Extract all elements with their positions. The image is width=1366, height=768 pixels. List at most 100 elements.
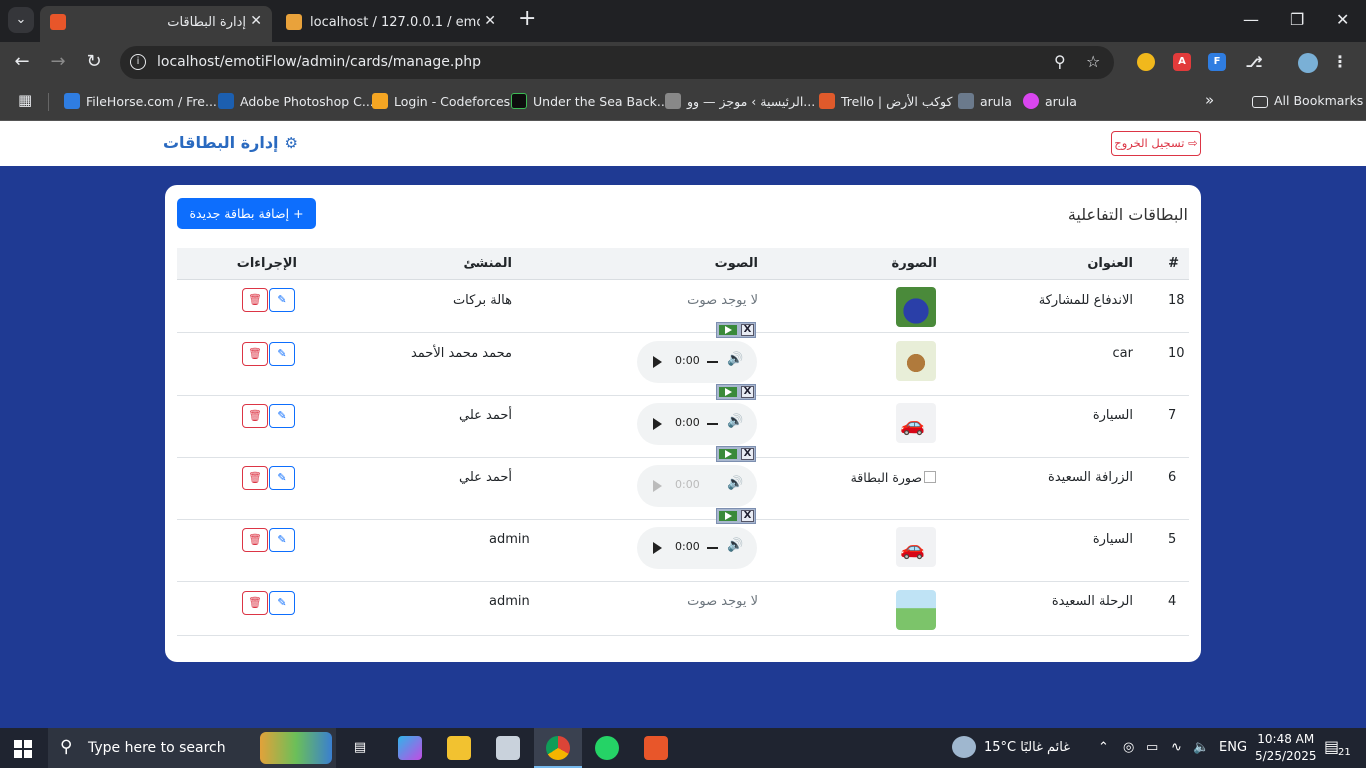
notifications-icon[interactable]: ▤ [1324,737,1339,756]
new-tab-button[interactable]: + [518,8,536,30]
bookmark-item[interactable]: FileHorse.com / Fre... [64,93,217,109]
tab-phpmyadmin[interactable]: localhost / 127.0.0.1 / emotiflow ✕ [276,6,506,42]
edit-button[interactable]: ✎ [269,404,295,428]
plugin-play-icon[interactable] [719,449,737,459]
add-card-button[interactable]: + إضافة بطاقة جديدة [177,198,316,229]
plugin-close-icon[interactable]: X [741,386,754,398]
forward-icon[interactable]: → [46,51,70,72]
zoom-search-icon[interactable]: ⚲ [1054,52,1066,71]
windows-start-icon[interactable] [14,740,32,758]
bookmark-item[interactable]: Trello | كوكب الأرض [819,93,952,109]
profile-avatar[interactable] [1298,53,1318,73]
tab-close-icon[interactable]: ✕ [484,13,496,29]
xampp-icon[interactable] [644,736,668,760]
apps-grid-icon[interactable]: ▦ [18,91,32,109]
audio-time: 0:00 [675,478,700,491]
edit-button[interactable]: ✎ [269,288,295,312]
bookmark-item[interactable]: الرئيسية › موجز — وو... [665,93,815,109]
delete-button[interactable]: 🗑 [242,528,268,552]
extension-icon[interactable] [1137,53,1155,71]
whatsapp-icon[interactable] [595,736,619,760]
delete-button[interactable]: 🗑 [242,591,268,615]
close-window-icon[interactable]: ✕ [1336,10,1349,29]
edit-button[interactable]: ✎ [269,466,295,490]
address-bar[interactable]: i localhost/emotiFlow/admin/cards/manage… [120,46,1114,79]
app-icon[interactable] [496,736,520,760]
folder-icon [1252,96,1268,108]
menu-kebab-icon[interactable]: ⋮ [1331,53,1349,71]
plugin-play-icon[interactable] [719,325,737,335]
all-bookmarks-folder[interactable]: All Bookmarks [1252,93,1363,108]
battery-icon[interactable]: ▭ [1146,740,1158,755]
extension-icon[interactable]: F [1208,53,1226,71]
col-actions: الإجراءات [236,256,297,271]
address-url[interactable]: localhost/emotiFlow/admin/cards/manage.p… [157,54,481,70]
tab-manage-cards[interactable]: إدارة البطاقات ✕ [40,6,272,42]
audio-player[interactable]: 0:00 🔊 [637,341,757,383]
speaker-icon[interactable]: 🔈 [1193,740,1209,755]
cell-creator: محمد محمد الأحمد [410,346,512,361]
wifi-icon[interactable]: ∿ [1171,740,1182,755]
logout-button[interactable]: ⇨ تسجيل الخروج [1111,131,1201,156]
audio-player[interactable]: 0:00 🔊 [637,403,757,445]
plugin-play-icon[interactable] [719,511,737,521]
cell-id: 18 [1168,293,1185,308]
task-view-icon[interactable]: ▤ [348,736,372,760]
volume-icon[interactable]: 🔊 [727,352,743,367]
media-plugin-overlay[interactable]: X [716,446,756,462]
brand-link[interactable]: ⚙ إدارة البطاقات [163,133,298,152]
card-image-red-car: 🚗 [896,403,936,443]
pencil-icon: ✎ [277,409,287,422]
bookmark-star-icon[interactable]: ☆ [1086,52,1100,71]
tab-close-icon[interactable]: ✕ [250,13,262,29]
media-plugin-overlay[interactable]: X [716,508,756,524]
col-image: الصورة [891,256,937,271]
delete-button[interactable]: 🗑 [242,342,268,366]
edit-button[interactable]: ✎ [269,591,295,615]
plugin-play-icon[interactable] [719,387,737,397]
media-plugin-overlay[interactable]: X [716,384,756,400]
plugin-close-icon[interactable]: X [741,324,754,336]
bookmark-item[interactable]: Adobe Photoshop C... [218,93,374,109]
bookmark-item[interactable]: Under the Sea Back... [511,93,669,109]
col-title: العنوان [1087,256,1133,271]
media-plugin-overlay[interactable]: X [716,322,756,338]
minimize-icon[interactable]: — [1243,10,1259,29]
tray-chevron-icon[interactable]: ⌃ [1098,740,1109,755]
restore-icon[interactable]: ❐ [1290,10,1304,29]
extension-icon[interactable]: A [1173,53,1191,71]
play-icon[interactable] [653,542,662,554]
back-icon[interactable]: ← [10,51,34,72]
edit-button[interactable]: ✎ [269,528,295,552]
delete-button[interactable]: 🗑 [242,288,268,312]
plugin-close-icon[interactable]: X [741,510,754,522]
copilot-icon[interactable] [398,736,422,760]
meet-icon[interactable]: ◎ [1123,740,1134,755]
play-icon[interactable] [653,356,662,368]
file-explorer-icon[interactable] [447,736,471,760]
bookmark-item[interactable]: arula [1023,93,1077,109]
weather-text[interactable]: 15°C غائم غالبًا [984,740,1070,755]
brand-label: إدارة البطاقات [162,133,279,152]
more-bookmarks-chevron-icon[interactable]: » [1205,91,1214,109]
bookmark-item[interactable]: arula [958,93,1012,109]
delete-button[interactable]: 🗑 [242,404,268,428]
clock[interactable]: 10:48 AM 5/25/2025 [1255,731,1317,765]
language-indicator[interactable]: ENG [1219,740,1247,755]
extensions-puzzle-icon[interactable]: ⎇ [1245,53,1263,71]
plugin-close-icon[interactable]: X [741,448,754,460]
audio-player[interactable]: 0:00 🔊 [637,527,757,569]
taskbar-search-box[interactable]: ⚲ Type here to search [48,728,336,768]
play-icon[interactable] [653,418,662,430]
reload-icon[interactable]: ↻ [82,51,106,72]
delete-button[interactable]: 🗑 [242,466,268,490]
tab-search-button[interactable]: ⌄ [8,7,34,33]
pencil-icon: ✎ [277,533,287,546]
volume-icon[interactable]: 🔊 [727,538,743,553]
bookmark-item[interactable]: Login - Codeforces [372,93,510,109]
edit-button[interactable]: ✎ [269,342,295,366]
site-info-icon[interactable]: i [130,54,146,70]
chrome-icon[interactable] [546,736,570,760]
weather-icon[interactable] [952,736,976,758]
volume-icon[interactable]: 🔊 [727,414,743,429]
